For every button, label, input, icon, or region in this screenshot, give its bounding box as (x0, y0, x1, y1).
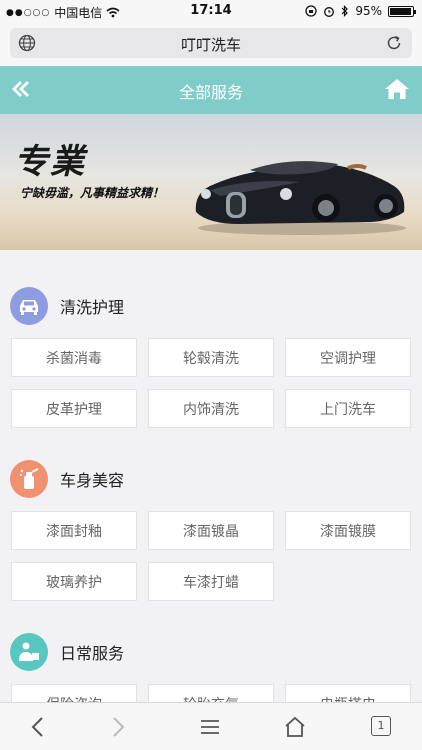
section-header: 车身美容 (10, 459, 124, 499)
service-ac-care-button[interactable]: 空调护理 (285, 338, 411, 377)
browser-toolbar: 1 (0, 702, 422, 750)
spray-can-icon (10, 460, 48, 498)
service-leather-care-button[interactable]: 皮革护理 (11, 389, 137, 428)
service-wheel-clean-button[interactable]: 轮毂清洗 (148, 338, 274, 377)
service-home-wash-button[interactable]: 上门洗车 (285, 389, 411, 428)
service-glass-care-button[interactable]: 玻璃养护 (11, 562, 137, 601)
service-sterilize-button[interactable]: 杀菌消毒 (11, 338, 137, 377)
banner-slogan: 宁缺毋滥，凡事精益求精！ (20, 186, 165, 200)
service-waxing-button[interactable]: 车漆打蜡 (148, 562, 274, 601)
alarm-icon (324, 7, 335, 17)
back-icon[interactable] (28, 715, 48, 739)
app-header: 全部服务 (0, 66, 422, 114)
reload-icon[interactable] (384, 33, 404, 53)
section-title: 日常服务 (60, 644, 125, 663)
status-bar: ●●○○○ 中国电信 17:14 95% (0, 0, 422, 22)
rotation-lock-icon (305, 5, 317, 17)
promo-banner: 专業 宁缺毋滥，凡事精益求精！ (0, 114, 422, 250)
service-paint-film-button[interactable]: 漆面镀膜 (285, 511, 411, 550)
car-icon (10, 287, 48, 325)
address-field[interactable]: 叮叮洗车 (10, 28, 412, 58)
service-paint-crystal-button[interactable]: 漆面镀晶 (148, 511, 274, 550)
banner-headline: 专業 (14, 142, 86, 182)
page-title-address: 叮叮洗车 (180, 36, 241, 54)
section-title: 车身美容 (60, 471, 125, 490)
bluetooth-icon (341, 5, 349, 17)
home-icon[interactable] (384, 77, 410, 101)
menu-icon[interactable] (199, 715, 221, 739)
section-header: 日常服务 (10, 632, 124, 672)
sports-car-image (195, 161, 406, 235)
home-icon[interactable] (283, 715, 307, 739)
section-title: 清洗护理 (60, 298, 125, 317)
section-header: 清洗护理 (10, 286, 124, 326)
browser-address-bar: 叮叮洗车 (0, 22, 422, 66)
battery-icon (388, 5, 416, 17)
battery-percent: 95% (355, 4, 382, 18)
page-title: 全部服务 (178, 83, 243, 102)
tabs-button[interactable]: 1 (371, 716, 391, 736)
service-person-icon (10, 633, 48, 671)
service-paint-glaze-button[interactable]: 漆面封釉 (11, 511, 137, 550)
forward-icon[interactable] (108, 715, 128, 739)
service-interior-clean-button[interactable]: 内饰清洗 (148, 389, 274, 428)
